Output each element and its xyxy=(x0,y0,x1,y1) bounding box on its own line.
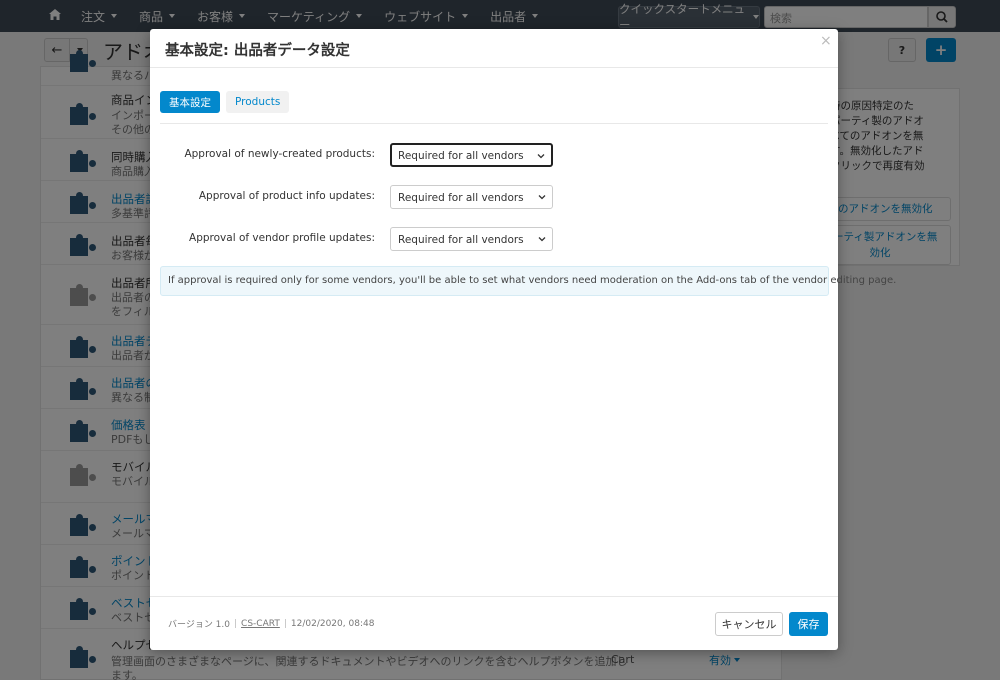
tab-general[interactable]: 基本設定 xyxy=(160,91,220,113)
form-row-vendor-profile: Approval of vendor profile updates: Requ… xyxy=(150,227,838,251)
vendor-link[interactable]: CS-CART xyxy=(241,619,280,629)
approval-vendor-profile-select[interactable]: Required for all vendors xyxy=(390,227,553,251)
select-value: Required for all vendors xyxy=(398,192,524,204)
field-label: Approval of vendor profile updates: xyxy=(189,232,375,244)
field-label: Approval of product info updates: xyxy=(198,190,375,202)
approval-product-updates-select[interactable]: Required for all vendors xyxy=(390,185,553,209)
settings-dialog: 基本設定: 出品者データ設定 × 基本設定 Products Approval … xyxy=(150,29,896,650)
date-text: 12/02/2020, 08:48 xyxy=(290,618,375,629)
dialog-tabs: 基本設定 Products xyxy=(160,91,290,113)
addon-meta: バージョン 1.0 | CS-CART | 12/02/2020, 08:48 xyxy=(168,617,375,631)
form-row-new-products: Approval of newly-created products: Requ… xyxy=(150,143,838,167)
tabs-divider xyxy=(160,123,828,124)
select-value: Required for all vendors xyxy=(398,234,524,246)
separator: | xyxy=(234,618,238,629)
chevron-down-icon xyxy=(538,195,546,200)
info-notice: If approval is required only for some ve… xyxy=(160,266,896,296)
dialog-footer: バージョン 1.0 | CS-CART | 12/02/2020, 08:48 … xyxy=(150,596,838,650)
select-value: Required for all vendors xyxy=(398,150,524,162)
separator: | xyxy=(283,618,287,629)
version-text: バージョン 1.0 xyxy=(168,620,230,630)
form-row-product-updates: Approval of product info updates: Requir… xyxy=(150,185,838,209)
chevron-down-icon xyxy=(538,237,546,242)
cancel-button[interactable]: キャンセル xyxy=(715,612,783,636)
save-button[interactable]: 保存 xyxy=(789,612,828,636)
tab-products[interactable]: Products xyxy=(226,91,290,113)
close-icon[interactable]: × xyxy=(820,34,832,48)
chevron-down-icon xyxy=(537,154,545,159)
dialog-header: 基本設定: 出品者データ設定 × xyxy=(150,29,838,68)
field-label: Approval of newly-created products: xyxy=(184,148,375,160)
approval-new-products-select[interactable]: Required for all vendors xyxy=(390,143,553,167)
dialog-title: 基本設定: 出品者データ設定 xyxy=(165,43,350,59)
